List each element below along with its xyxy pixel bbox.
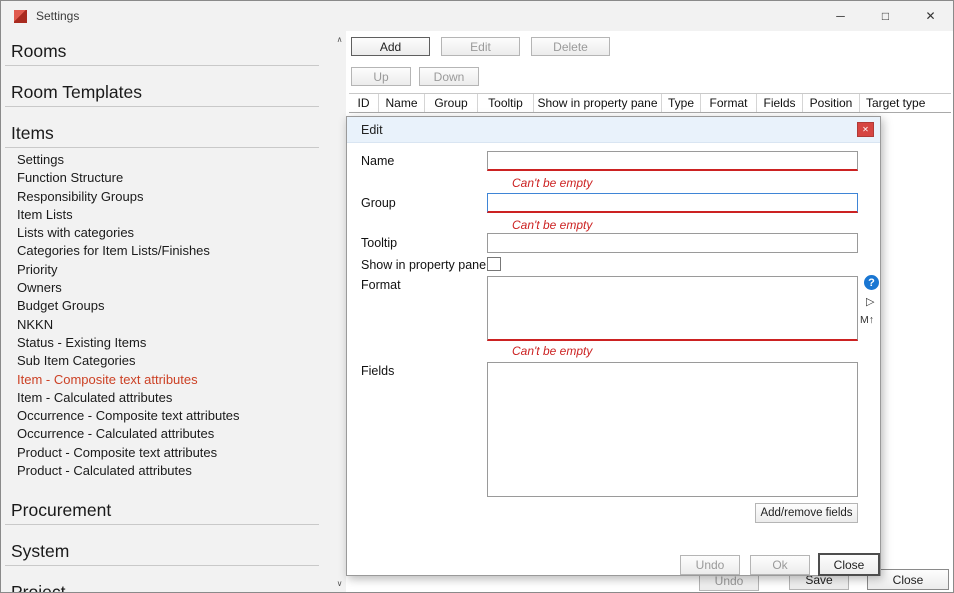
column-header-group[interactable]: Group: [425, 94, 478, 112]
sidebar-section-system[interactable]: System: [5, 537, 319, 566]
format-error-text: Can't be empty: [512, 344, 592, 358]
dialog-undo-button[interactable]: Undo: [680, 555, 740, 575]
titlebar: Settings ─ □ ✕: [1, 1, 953, 31]
column-header-format[interactable]: Format: [701, 94, 757, 112]
edit-dialog: Edit ✕ Name Can't be empty Group Can't b…: [346, 116, 881, 576]
edit-dialog-titlebar: Edit ✕: [347, 117, 880, 143]
show-in-property-pane-label: Show in property pane: [361, 258, 486, 272]
edit-dialog-title: Edit: [361, 123, 383, 137]
scroll-down-icon[interactable]: ∨: [333, 579, 346, 588]
down-button[interactable]: Down: [419, 67, 479, 86]
dialog-close-button[interactable]: Close: [818, 553, 880, 576]
column-header-id[interactable]: ID: [349, 94, 379, 112]
sidebar-item-function-structure[interactable]: Function Structure: [17, 169, 333, 187]
close-window-button[interactable]: ✕: [908, 1, 953, 31]
sidebar-item-item-calculated-attributes[interactable]: Item - Calculated attributes: [17, 389, 333, 407]
sidebar-item-nkkn[interactable]: NKKN: [17, 316, 333, 334]
sidebar-item-status-existing-items[interactable]: Status - Existing Items: [17, 334, 333, 352]
sidebar-item-item-lists[interactable]: Item Lists: [17, 206, 333, 224]
attributes-table-header: ID Name Group Tooltip Show in property p…: [349, 93, 951, 113]
sidebar-item-item-composite-text-attributes-selected[interactable]: Item - Composite text attributes: [17, 371, 333, 389]
tooltip-input[interactable]: [487, 233, 858, 253]
format-label: Format: [361, 278, 401, 292]
sidebar-section-project[interactable]: Project: [5, 578, 319, 592]
add-remove-fields-button[interactable]: Add/remove fields: [755, 503, 858, 523]
sidebar-item-product-composite-text-attributes[interactable]: Product - Composite text attributes: [17, 444, 333, 462]
sidebar-item-budget-groups[interactable]: Budget Groups: [17, 297, 333, 315]
sidebar-item-product-calculated-attributes[interactable]: Product - Calculated attributes: [17, 462, 333, 480]
edit-button[interactable]: Edit: [441, 37, 520, 56]
sidebar-scrollbar[interactable]: ∧ ∨: [333, 31, 346, 592]
fields-box[interactable]: [487, 362, 858, 497]
items-subsection-list: Settings Function Structure Responsibili…: [1, 148, 333, 484]
window-title: Settings: [36, 9, 79, 23]
sort-m-up-icon[interactable]: M↑: [860, 314, 874, 326]
fields-label: Fields: [361, 364, 394, 378]
sidebar-item-owners[interactable]: Owners: [17, 279, 333, 297]
sidebar-section-rooms[interactable]: Rooms: [5, 37, 319, 66]
sidebar-section-room-templates[interactable]: Room Templates: [5, 78, 319, 107]
sidebar-section-items[interactable]: Items: [5, 119, 319, 148]
column-header-position[interactable]: Position: [803, 94, 860, 112]
sidebar-item-occurrence-calculated-attributes[interactable]: Occurrence - Calculated attributes: [17, 425, 333, 443]
column-header-type[interactable]: Type: [662, 94, 701, 112]
sidebar-item-sub-item-categories[interactable]: Sub Item Categories: [17, 352, 333, 370]
sidebar-item-categories-for-item-lists[interactable]: Categories for Item Lists/Finishes: [17, 242, 333, 260]
format-textarea[interactable]: [487, 276, 858, 341]
column-header-tooltip[interactable]: Tooltip: [478, 94, 534, 112]
window-controls: ─ □ ✕: [818, 1, 953, 31]
column-header-name[interactable]: Name: [379, 94, 425, 112]
sidebar-section-procurement[interactable]: Procurement: [5, 496, 319, 525]
name-error-text: Can't be empty: [512, 176, 592, 190]
group-label: Group: [361, 196, 396, 210]
group-error-text: Can't be empty: [512, 218, 592, 232]
sidebar-item-lists-with-categories[interactable]: Lists with categories: [17, 224, 333, 242]
column-header-show-in-property-pane[interactable]: Show in property pane: [534, 94, 662, 112]
group-input[interactable]: [487, 193, 858, 213]
edit-dialog-close-icon[interactable]: ✕: [857, 122, 874, 137]
name-input[interactable]: [487, 151, 858, 171]
sidebar-item-occurrence-composite-text-attributes[interactable]: Occurrence - Composite text attributes: [17, 407, 333, 425]
up-button[interactable]: Up: [351, 67, 411, 86]
sidebar-item-responsibility-groups[interactable]: Responsibility Groups: [17, 188, 333, 206]
sidebar: Rooms Room Templates Items Settings Func…: [1, 31, 333, 592]
dialog-ok-button[interactable]: Ok: [750, 555, 810, 575]
tooltip-label: Tooltip: [361, 236, 397, 250]
delete-button[interactable]: Delete: [531, 37, 610, 56]
name-label: Name: [361, 154, 394, 168]
app-icon: [14, 10, 27, 23]
add-button[interactable]: Add: [351, 37, 430, 56]
sidebar-item-settings[interactable]: Settings: [17, 151, 333, 169]
maximize-button[interactable]: □: [863, 1, 908, 31]
scroll-up-icon[interactable]: ∧: [333, 35, 346, 44]
expand-icon[interactable]: ▷: [866, 295, 874, 308]
show-in-property-pane-checkbox[interactable]: [487, 257, 501, 271]
help-icon[interactable]: ?: [864, 275, 879, 290]
sidebar-item-priority[interactable]: Priority: [17, 261, 333, 279]
column-header-target-type[interactable]: Target type: [860, 94, 951, 112]
settings-window: Settings ─ □ ✕ Rooms Room Templates Item…: [0, 0, 954, 593]
column-header-fields[interactable]: Fields: [757, 94, 803, 112]
minimize-button[interactable]: ─: [818, 1, 863, 31]
